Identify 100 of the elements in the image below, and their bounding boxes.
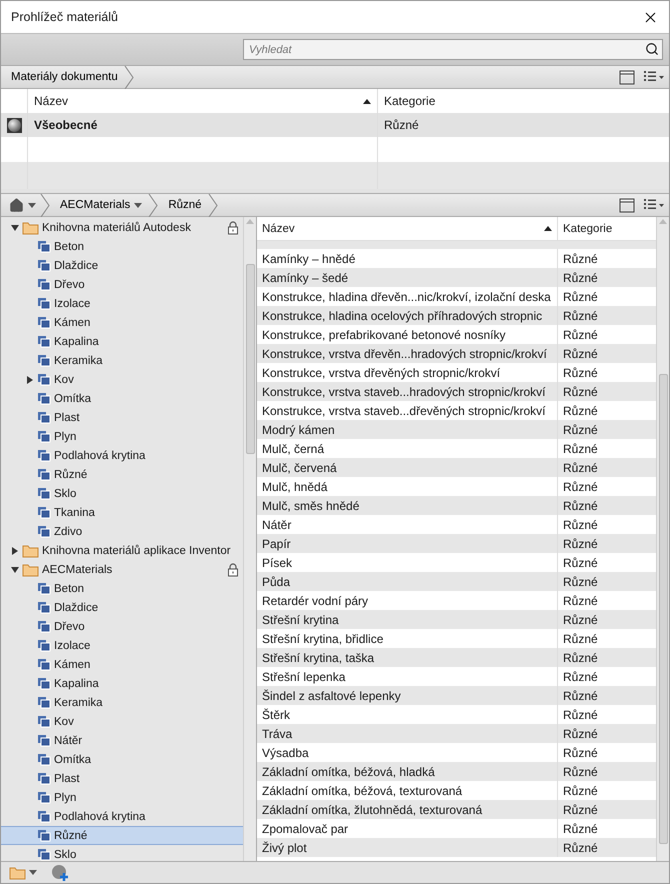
material-stack-icon xyxy=(37,316,51,329)
scrollbar[interactable] xyxy=(243,217,256,861)
scrollbar-thumb[interactable] xyxy=(246,264,254,454)
material-stack-icon xyxy=(37,772,51,785)
tree-item[interactable]: Plast xyxy=(1,769,243,788)
table-cell-text: Konstrukce, prefabrikované betonové nosníky xyxy=(261,326,506,344)
tree-item-label: Sklo xyxy=(54,488,78,500)
tree-item-label: Omítka xyxy=(54,392,92,404)
material-stack-icon xyxy=(37,411,51,424)
tree-item[interactable]: Kámen xyxy=(1,655,243,674)
table-cell-text: Živý plot xyxy=(261,840,308,856)
tree-item[interactable]: Tkanina xyxy=(1,503,243,522)
tree-item[interactable]: Kámen xyxy=(1,313,243,332)
tree-item[interactable]: Dlaždice xyxy=(1,256,243,275)
table-cell-text: Zpomalovač par xyxy=(261,820,350,838)
table-cell-text: Retardér vodní páry xyxy=(261,592,370,610)
tree-item[interactable]: Omítka xyxy=(1,389,243,408)
tree-item-label: Různé xyxy=(54,468,88,480)
table-cell-text: Písek xyxy=(261,554,294,572)
search-icon[interactable] xyxy=(645,42,659,56)
table-cell-text: Kamínky – hnědé xyxy=(261,250,356,268)
search-field[interactable]: Vyhledat xyxy=(243,39,663,60)
tree-item[interactable]: Sklo xyxy=(1,845,243,861)
column-header[interactable]: Název xyxy=(257,217,557,240)
tree-item-label: Izolace xyxy=(54,298,92,310)
expanded-arrow-icon[interactable] xyxy=(11,566,19,574)
tree-item[interactable]: AECMaterials xyxy=(1,560,243,579)
table-cell-text: Konstrukce, vrstva staveb...dřevěných stropnic/krokví xyxy=(261,402,546,420)
table-cell-text: Konstrukce, hladina dřevěn...nic/krokví, izolační deska xyxy=(261,288,552,306)
tree-item-label: Izolace xyxy=(54,640,92,652)
table-cell-text: Střešní lepenka xyxy=(261,668,346,686)
tree-item[interactable]: Kapalina xyxy=(1,674,243,693)
material-stack-icon xyxy=(37,278,51,291)
caret-icon xyxy=(134,202,142,208)
folder-icon xyxy=(22,544,39,558)
tree-item[interactable]: Dřevo xyxy=(1,275,243,294)
tree-item-label: Dlaždice xyxy=(54,260,100,272)
tree-item[interactable]: Beton xyxy=(1,237,243,256)
tree-item[interactable]: Sklo xyxy=(1,484,243,503)
tree-item-label: Omítka xyxy=(54,754,92,766)
material-stack-icon xyxy=(37,373,51,386)
table-cell-text: Nátěr xyxy=(261,516,292,534)
table-cell-text: Modrý kámen xyxy=(261,422,336,438)
tree-item-label: Kámen xyxy=(54,316,92,328)
tree-item[interactable]: Knihovna materiálů aplikace Inventor xyxy=(1,541,243,560)
expanded-arrow-icon[interactable] xyxy=(11,224,19,232)
breadcrumb-item[interactable]: Materiály dokumentu xyxy=(1,66,124,88)
tree-item[interactable]: Plast xyxy=(1,408,243,427)
tree-item[interactable]: Omítka xyxy=(1,750,243,769)
tree-item[interactable]: Keramika xyxy=(1,351,243,370)
table-cell-text: Mulč, červená xyxy=(261,460,338,476)
tree-item[interactable]: Různé xyxy=(1,826,243,845)
material-stack-icon xyxy=(37,601,51,614)
breadcrumb-item[interactable]: Různé xyxy=(158,194,208,216)
tree-item-label: Plyn xyxy=(54,792,78,804)
table-cell-text: Mulč, směs hnědé xyxy=(261,498,360,514)
tree-item-label: Beton xyxy=(54,240,86,252)
table-cell-text: Tráva xyxy=(261,726,294,742)
tree-item[interactable]: Izolace xyxy=(1,636,243,655)
material-stack-icon xyxy=(37,848,51,861)
breadcrumb-item[interactable]: AECMaterials xyxy=(50,194,148,216)
list-view-icon xyxy=(643,198,665,212)
tree-item[interactable]: Různé xyxy=(1,465,243,484)
material-stack-icon xyxy=(37,810,51,823)
table-cell-text: Střešní krytina, taška xyxy=(261,650,376,666)
table-cell-text: Konstrukce, vrstva dřevěn...hradových stropnic/krokví xyxy=(261,346,548,362)
scrollbar-thumb[interactable] xyxy=(658,374,668,844)
tree-item[interactable]: Podlahová krytina xyxy=(1,807,243,826)
caret-icon xyxy=(29,870,37,875)
material-stack-icon xyxy=(37,639,51,652)
collapsed-arrow-icon[interactable] xyxy=(11,546,19,554)
table-cell: Všeobecné xyxy=(27,113,377,137)
collapsed-arrow-icon[interactable] xyxy=(26,376,34,384)
table-cell-text: Mulč, hnědá xyxy=(261,478,328,496)
table-cell-text: Štěrk xyxy=(261,706,292,724)
tree-item-label: Tkanina xyxy=(54,506,96,518)
table-cell-text: Kamínky – šedé xyxy=(261,270,350,286)
tree-item-label: Kov xyxy=(54,716,75,728)
tree-item[interactable]: Beton xyxy=(1,579,243,598)
tree-item[interactable]: Plyn xyxy=(1,788,243,807)
tree-item[interactable]: Nátěr xyxy=(1,731,243,750)
tree-item[interactable]: Zdivo xyxy=(1,522,243,541)
tree-item-label: Plast xyxy=(54,412,81,424)
table-cell-text: Výsadba xyxy=(261,744,310,762)
tree-item-label: Beton xyxy=(54,582,86,594)
tree-item[interactable]: Kapalina xyxy=(1,332,243,351)
breadcrumb-separator-icon xyxy=(148,194,158,217)
tree-item[interactable]: Plyn xyxy=(1,427,243,446)
tree-item[interactable]: Podlahová krytina xyxy=(1,446,243,465)
tree-item[interactable]: Kov xyxy=(1,370,243,389)
table-cell-text: Konstrukce, hladina ocelových příhradových stropnic xyxy=(261,308,544,324)
scrollbar[interactable] xyxy=(656,217,669,861)
tree-item[interactable]: Knihovna materiálů Autodesk xyxy=(1,218,243,237)
folder-icon xyxy=(22,220,39,234)
tree-item[interactable]: Dlaždice xyxy=(1,598,243,617)
tree-item[interactable]: Dřevo xyxy=(1,617,243,636)
tree-item[interactable]: Keramika xyxy=(1,693,243,712)
tree-item[interactable]: Kov xyxy=(1,712,243,731)
tree-item[interactable]: Izolace xyxy=(1,294,243,313)
material-stack-icon xyxy=(37,354,51,367)
